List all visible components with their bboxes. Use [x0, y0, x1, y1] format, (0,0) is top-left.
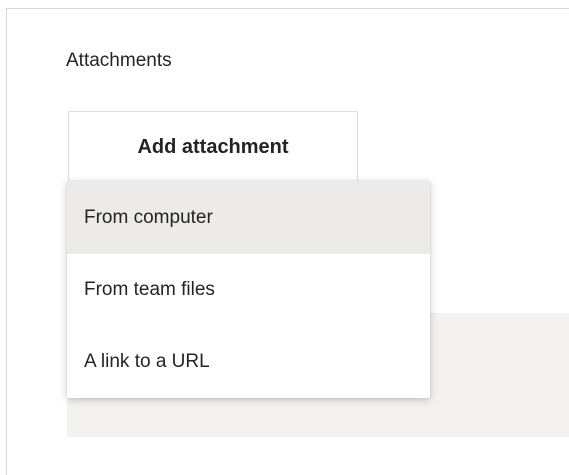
attachments-heading: Attachments	[66, 50, 172, 71]
add-attachment-menu: From computer From team files A link to …	[67, 181, 430, 398]
menu-item-from-computer[interactable]: From computer	[67, 181, 430, 254]
menu-item-from-team-files[interactable]: From team files	[67, 254, 430, 326]
add-attachment-button[interactable]: Add attachment	[68, 111, 358, 181]
menu-item-link-to-url[interactable]: A link to a URL	[67, 326, 430, 398]
